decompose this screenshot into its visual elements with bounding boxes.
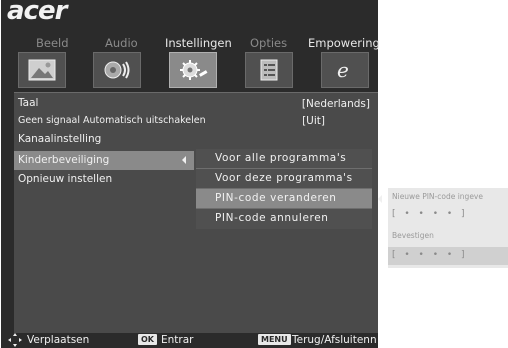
move-label: Verplaatsen: [27, 334, 90, 346]
kanaalinstelling-item[interactable]: Kanaalinstelling: [18, 133, 101, 145]
svg-text:e: e: [337, 58, 349, 82]
settings-icon[interactable]: [169, 52, 217, 88]
new-pin-label: Nieuwe PIN-code ingeve: [392, 192, 483, 201]
tab-beeld[interactable]: Beeld: [36, 36, 69, 50]
confirm-pin-label: Bevestigen: [392, 231, 434, 240]
taal-value: [Nederlands]: [301, 98, 370, 110]
chevron-left-icon: [378, 195, 382, 203]
picture-icon[interactable]: [18, 52, 66, 88]
confirm-pin-field[interactable]: [ • • • • ]: [392, 250, 468, 260]
submenu-pin-veranderen[interactable]: PIN-code veranderen: [196, 189, 372, 208]
chevron-left-icon: [182, 156, 186, 164]
taal-label[interactable]: Taal: [18, 97, 38, 109]
tab-bar: Beeld Audio Instellingen Opties Empoweri…: [1, 32, 380, 52]
tab-instellingen[interactable]: Instellingen: [165, 36, 232, 50]
kinderbeveiliging-item[interactable]: Kinderbeveiliging: [18, 154, 109, 166]
back-label: Terug/Afsluitenn: [292, 334, 377, 346]
submenu-pin-annuleren[interactable]: PIN-code annuleren: [196, 209, 372, 228]
menu-key: MENU: [258, 334, 291, 345]
enter-label: Entrar: [161, 334, 194, 346]
tab-icons: e: [18, 52, 373, 92]
pin-entry-panel: Nieuwe PIN-code ingeve [ • • • • ] Beves…: [388, 188, 508, 268]
kinderbeveiliging-submenu: Voor alle programma's Voor deze programm…: [196, 149, 372, 229]
e-icon[interactable]: e: [321, 52, 369, 88]
navigate-arrows-icon: [8, 333, 22, 347]
footer-bar: Verplaatsen OK Entrar MENU Terug/Afsluit…: [1, 332, 378, 348]
acer-logo: acer: [7, 0, 67, 26]
opnieuw-instellen-item[interactable]: Opnieuw instellen: [18, 173, 112, 185]
tab-audio[interactable]: Audio: [105, 36, 138, 50]
geen-signaal-value: [Uit]: [302, 115, 325, 127]
new-pin-field[interactable]: [ • • • • ]: [392, 209, 468, 219]
speaker-icon[interactable]: [93, 52, 141, 88]
tab-opties[interactable]: Opties: [250, 36, 287, 50]
submenu-voor-alle[interactable]: Voor alle programma's: [196, 149, 372, 168]
tab-empowering[interactable]: Empowering: [308, 36, 380, 50]
submenu-voor-deze[interactable]: Voor deze programma's: [196, 169, 372, 188]
geen-signaal-label[interactable]: Geen signaal Automatisch uitschakelen: [18, 115, 206, 126]
ok-key: OK: [138, 334, 157, 345]
list-icon[interactable]: [245, 52, 293, 88]
osd-menu: acer Beeld Audio Instellingen Opties Emp…: [1, 0, 380, 348]
